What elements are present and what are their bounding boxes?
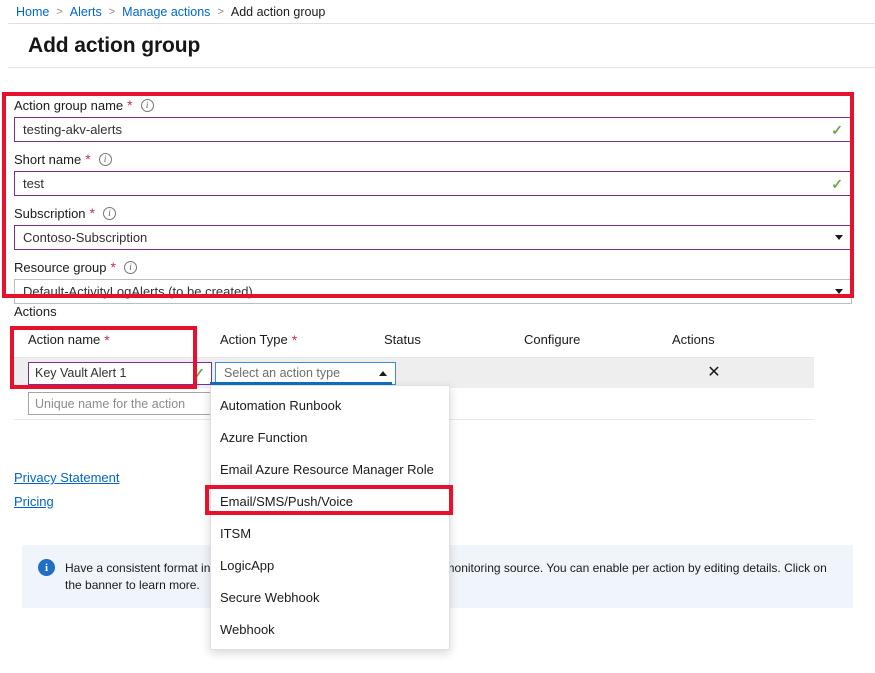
- column-header-status: Status: [384, 332, 524, 347]
- dropdown-option-secure-webhook[interactable]: Secure Webhook: [211, 581, 449, 613]
- new-action-name-input[interactable]: Unique name for the action: [28, 392, 212, 415]
- dropdown-option-automation-runbook[interactable]: Automation Runbook: [211, 389, 449, 421]
- dropdown-option-email-sms-push-voice[interactable]: Email/SMS/Push/Voice: [211, 485, 449, 517]
- dropdown-option-email-azure-resource-manager-role[interactable]: Email Azure Resource Manager Role: [211, 453, 449, 485]
- link-pricing[interactable]: Pricing: [14, 494, 120, 509]
- required-marker: *: [85, 152, 90, 166]
- link-privacy-statement[interactable]: Privacy Statement: [14, 470, 120, 485]
- breadcrumb-item-add-action-group: Add action group: [231, 5, 326, 19]
- info-icon[interactable]: i: [103, 207, 116, 220]
- action-group-form: Action group name * i testing-akv-alerts…: [14, 96, 852, 312]
- valid-check-icon: ✓: [193, 366, 205, 380]
- breadcrumb-separator: >: [109, 6, 115, 18]
- input-placeholder: Unique name for the action: [35, 397, 185, 411]
- required-marker: *: [104, 333, 109, 347]
- short-name-input[interactable]: test ✓: [14, 171, 852, 196]
- info-banner-text: Have a consistent format in email and ot…: [65, 560, 837, 594]
- remove-action-button[interactable]: ✕: [654, 365, 774, 381]
- table-row: Key Vault Alert 1 ✓ Select an action typ…: [14, 358, 814, 388]
- field-subscription: Subscription * i Contoso-Subscription: [14, 204, 852, 250]
- footer-links: Privacy Statement Pricing: [14, 470, 120, 518]
- label-subscription: Subscription * i: [14, 204, 852, 222]
- page-header: Add action group: [8, 23, 875, 68]
- breadcrumb-separator: >: [217, 6, 223, 18]
- valid-check-icon: ✓: [831, 123, 843, 137]
- chevron-down-icon: [835, 235, 843, 240]
- subscription-select[interactable]: Contoso-Subscription: [14, 225, 852, 250]
- required-marker: *: [292, 333, 297, 347]
- column-header-configure: Configure: [524, 332, 672, 347]
- dropdown-accent-bar: [210, 382, 392, 385]
- dropdown-option-webhook[interactable]: Webhook: [211, 613, 449, 645]
- actions-table-header: Action name * Action Type * Status Confi…: [14, 328, 814, 358]
- page-content: Action group name * i testing-akv-alerts…: [8, 70, 875, 673]
- label-text: Subscription: [14, 206, 86, 221]
- chevron-down-icon: [835, 289, 843, 294]
- breadcrumb: Home > Alerts > Manage actions > Add act…: [0, 0, 875, 23]
- resource-group-select[interactable]: Default-ActivityLogAlerts (to be created…: [14, 279, 852, 304]
- select-value: Default-ActivityLogAlerts (to be created…: [23, 284, 829, 299]
- combobox-placeholder: Select an action type: [224, 366, 379, 380]
- field-short-name: Short name * i test ✓: [14, 150, 852, 196]
- breadcrumb-item-manage-actions[interactable]: Manage actions: [122, 5, 210, 19]
- label-text: Short name: [14, 152, 81, 167]
- column-header-actions: Actions: [672, 332, 792, 347]
- label-text: Action group name: [14, 98, 123, 113]
- header-text: Action name: [28, 332, 100, 347]
- input-value: testing-akv-alerts: [23, 122, 825, 137]
- select-value: Contoso-Subscription: [23, 230, 829, 245]
- actions-section-caption: Actions: [14, 304, 57, 319]
- dropdown-option-itsm[interactable]: ITSM: [211, 517, 449, 549]
- label-short-name: Short name * i: [14, 150, 852, 168]
- label-action-group-name: Action group name * i: [14, 96, 852, 114]
- label-resource-group: Resource group * i: [14, 258, 852, 276]
- action-group-name-input[interactable]: testing-akv-alerts ✓: [14, 117, 852, 142]
- column-header-action-name: Action name *: [14, 332, 212, 347]
- action-name-input[interactable]: Key Vault Alert 1 ✓: [28, 362, 212, 385]
- info-icon: i: [38, 559, 55, 576]
- dropdown-option-azure-function[interactable]: Azure Function: [211, 421, 449, 453]
- info-icon[interactable]: i: [99, 153, 112, 166]
- chevron-up-icon: [379, 371, 387, 376]
- breadcrumb-item-alerts[interactable]: Alerts: [70, 5, 102, 19]
- input-value: test: [23, 176, 825, 191]
- info-icon[interactable]: i: [124, 261, 137, 274]
- field-resource-group: Resource group * i Default-ActivityLogAl…: [14, 258, 852, 304]
- required-marker: *: [90, 206, 95, 220]
- label-text: Resource group: [14, 260, 107, 275]
- valid-check-icon: ✓: [831, 177, 843, 191]
- required-marker: *: [111, 260, 116, 274]
- info-icon[interactable]: i: [141, 99, 154, 112]
- breadcrumb-separator: >: [56, 6, 62, 18]
- input-value: Key Vault Alert 1: [35, 366, 187, 380]
- required-marker: *: [127, 98, 132, 112]
- dropdown-option-logicapp[interactable]: LogicApp: [211, 549, 449, 581]
- action-type-dropdown-list: Automation Runbook Azure Function Email …: [210, 385, 450, 650]
- breadcrumb-item-home[interactable]: Home: [16, 5, 49, 19]
- column-header-action-type: Action Type *: [212, 332, 384, 347]
- header-text: Action Type: [220, 332, 288, 347]
- field-action-group-name: Action group name * i testing-akv-alerts…: [14, 96, 852, 142]
- page-title: Add action group: [28, 34, 200, 58]
